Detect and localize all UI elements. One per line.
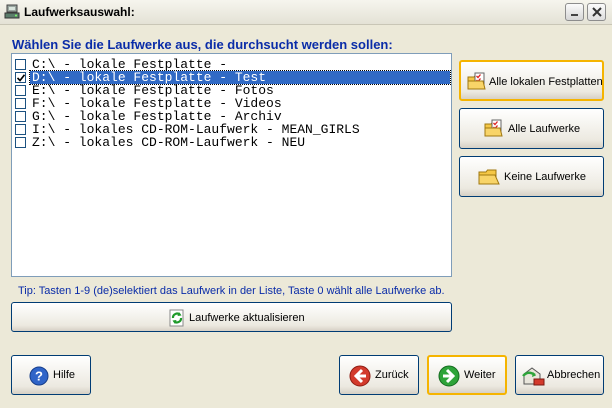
drive-checkbox-f[interactable] <box>15 98 26 109</box>
exit-icon <box>521 365 545 390</box>
window-title: Laufwerksauswahl: <box>24 5 135 19</box>
drive-checkbox-d[interactable] <box>15 72 26 83</box>
no-drives-button[interactable]: Keine Laufwerke <box>459 156 604 197</box>
arrow-left-icon <box>349 365 371 390</box>
drive-checkbox-i[interactable] <box>15 124 26 135</box>
arrow-right-icon <box>438 365 460 390</box>
refresh-drives-label: Laufwerke aktualisieren <box>189 312 305 324</box>
drive-row-z[interactable]: Z:\ - lokales CD-ROM-Laufwerk - NEU <box>15 136 448 149</box>
drive-checkbox-e[interactable] <box>15 85 26 96</box>
drive-checkbox-z[interactable] <box>15 137 26 148</box>
next-label: Weiter <box>464 369 496 381</box>
instruction-label: Wählen Sie die Laufwerke aus, die durchs… <box>12 37 393 52</box>
folder-checklist-icon <box>484 119 504 142</box>
minimize-icon <box>571 14 578 16</box>
cancel-label: Abbrechen <box>547 369 601 381</box>
refresh-icon <box>169 309 185 330</box>
title-bar: Laufwerksauswahl: <box>0 0 612 25</box>
drive-label-z: Z:\ - lokales CD-ROM-Laufwerk - NEU <box>32 135 306 150</box>
minimize-button[interactable] <box>565 3 584 21</box>
checkmark-icon <box>17 74 25 82</box>
help-button[interactable]: ? Hilfe <box>11 355 91 395</box>
help-label: Hilfe <box>53 369 76 381</box>
folder-checklist-icon <box>467 72 487 95</box>
all-local-drives-button[interactable]: Alle lokalen Festplatten <box>459 60 604 101</box>
svg-text:?: ? <box>35 369 43 384</box>
no-drives-label: Keine Laufwerke <box>504 171 586 183</box>
drive-checkbox-g[interactable] <box>15 111 26 122</box>
close-icon <box>592 7 602 17</box>
back-label: Zurück <box>375 369 409 381</box>
all-drives-button[interactable]: Alle Laufwerke <box>459 108 604 149</box>
cancel-button[interactable]: Abbrechen <box>515 355 604 395</box>
app-drive-icon <box>4 4 20 20</box>
drive-checkbox-c[interactable] <box>15 59 26 70</box>
help-icon: ? <box>29 366 49 389</box>
next-button[interactable]: Weiter <box>427 355 507 395</box>
all-local-drives-label: Alle lokalen Festplatten <box>489 76 603 88</box>
drive-list[interactable]: C:\ - lokale Festplatte - D:\ - lokale F… <box>11 53 452 277</box>
back-button[interactable]: Zurück <box>339 355 419 395</box>
all-drives-label: Alle Laufwerke <box>508 123 581 135</box>
close-button[interactable] <box>587 3 606 21</box>
refresh-drives-button[interactable]: Laufwerke aktualisieren <box>11 302 452 332</box>
keyboard-tip: Tip: Tasten 1-9 (de)selektiert das Laufw… <box>18 285 445 297</box>
folder-icon <box>478 167 500 190</box>
